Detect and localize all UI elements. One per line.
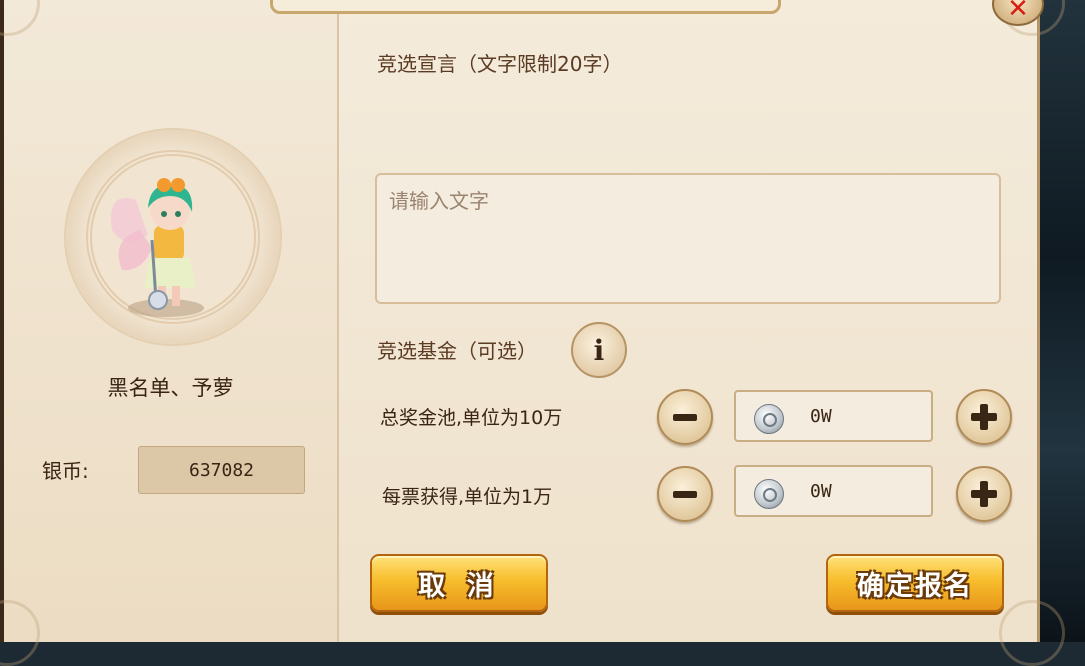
plus-icon bbox=[971, 481, 997, 507]
prize-pool-decrease-button[interactable] bbox=[657, 389, 713, 445]
minus-icon bbox=[673, 413, 697, 421]
declaration-input[interactable] bbox=[375, 173, 1001, 304]
corner-ornament bbox=[0, 0, 40, 36]
player-name: 黑名单、予萝 bbox=[107, 376, 234, 400]
per-vote-decrease-button[interactable] bbox=[657, 466, 713, 522]
corner-ornament bbox=[0, 600, 40, 666]
prize-pool-field[interactable]: 0W bbox=[734, 390, 933, 442]
silver-coin-icon bbox=[754, 479, 784, 509]
per-vote-value: 0W bbox=[810, 481, 832, 502]
scene-background bbox=[1035, 0, 1085, 642]
fund-info-button[interactable]: i bbox=[571, 322, 627, 378]
close-button[interactable]: ✕ bbox=[992, 0, 1044, 26]
prize-pool-value: 0W bbox=[810, 406, 832, 427]
prize-pool-label: 总奖金池,单位为10万 bbox=[380, 407, 563, 429]
election-form-pane bbox=[339, 0, 1065, 666]
plus-icon bbox=[971, 404, 997, 430]
fairy-character-icon bbox=[111, 178, 204, 317]
cancel-button[interactable]: 取 消 bbox=[370, 554, 548, 612]
player-info-pane: 黑名单、予萝 银币: 637082 bbox=[0, 0, 339, 666]
minus-icon bbox=[673, 490, 697, 498]
per-vote-field[interactable]: 0W bbox=[734, 465, 933, 517]
silver-balance: 637082 bbox=[138, 446, 305, 494]
silver-coin-icon bbox=[754, 404, 784, 434]
corner-ornament bbox=[999, 600, 1065, 666]
declaration-title: 竞选宣言（文字限制20字） bbox=[377, 52, 623, 76]
fund-title: 竞选基金（可选） bbox=[377, 339, 537, 363]
avatar bbox=[64, 128, 282, 346]
prize-pool-increase-button[interactable] bbox=[956, 389, 1012, 445]
silver-label: 银币: bbox=[42, 459, 89, 483]
info-icon: i bbox=[593, 333, 605, 367]
per-vote-label: 每票获得,单位为1万 bbox=[382, 486, 553, 508]
election-dialog: 黑名单、予萝 银币: 637082 bbox=[0, 0, 1065, 666]
title-tab-frame bbox=[270, 0, 781, 14]
confirm-signup-button[interactable]: 确定报名 bbox=[826, 554, 1004, 612]
close-icon: ✕ bbox=[1007, 0, 1029, 24]
per-vote-increase-button[interactable] bbox=[956, 466, 1012, 522]
